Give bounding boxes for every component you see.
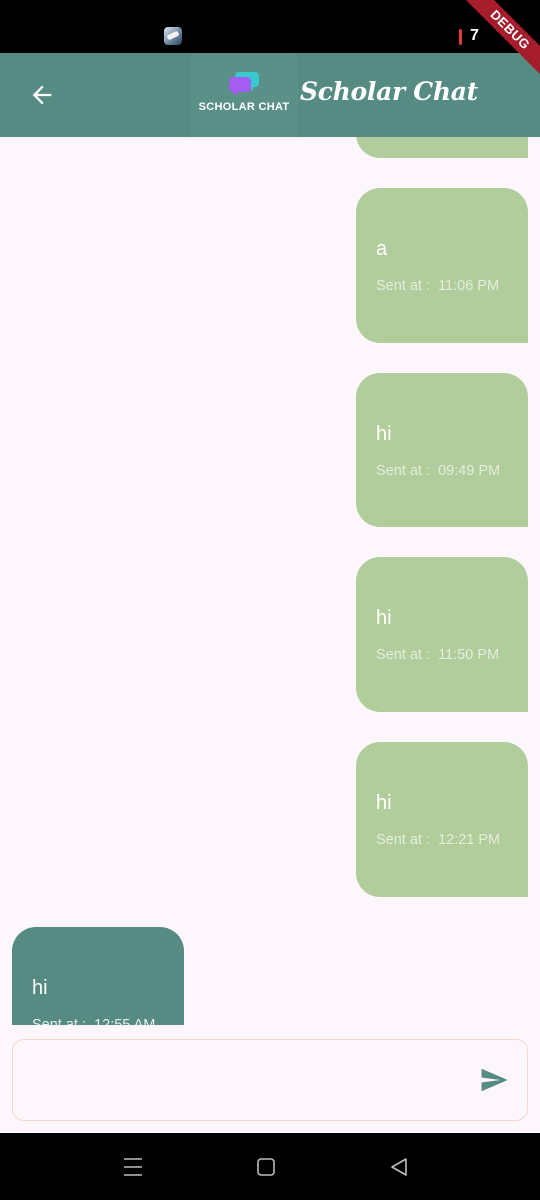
- message-text: hi: [376, 792, 392, 814]
- arrow-left-icon: [32, 85, 52, 105]
- app-logo: SCHOLAR CHAT: [190, 53, 298, 137]
- message-time: Sent at : 11:06 PM: [376, 278, 500, 294]
- back-button[interactable]: [22, 77, 62, 113]
- notification-app-icon: [164, 27, 182, 45]
- message-text: hi: [376, 423, 392, 445]
- app-bar: SCHOLAR CHAT Scholar Chat: [0, 53, 540, 137]
- send-icon: [481, 1068, 508, 1092]
- message-text: hi: [376, 607, 392, 629]
- chat-bubbles-icon: [229, 72, 259, 96]
- app-title: Scholar Chat: [300, 77, 478, 106]
- home-icon[interactable]: [254, 1155, 278, 1179]
- message-time: Sent at : 09:49 PM: [376, 463, 501, 479]
- message-bubble: [356, 137, 528, 158]
- battery-icon: [459, 29, 462, 45]
- message-bubble: hi Sent at : 09:49 PM: [356, 373, 528, 527]
- message-bubble: hi Sent at : 12:55 AM: [12, 927, 184, 1025]
- back-nav-icon[interactable]: [387, 1155, 411, 1179]
- system-nav-bar: [0, 1133, 540, 1200]
- menu-icon[interactable]: [121, 1155, 145, 1179]
- message-text: hi: [32, 977, 48, 999]
- message-bubble: a Sent at : 11:06 PM: [356, 188, 528, 343]
- message-bubble: hi Sent at : 11:50 PM: [356, 557, 528, 712]
- message-text: a: [376, 238, 388, 260]
- message-input[interactable]: [12, 1039, 528, 1121]
- message-time: Sent at : 12:21 PM: [376, 832, 501, 848]
- battery-level: 7: [470, 27, 479, 44]
- logo-text: SCHOLAR CHAT: [198, 101, 290, 113]
- send-button[interactable]: [475, 1064, 513, 1096]
- message-time: Sent at : 11:50 PM: [376, 647, 500, 663]
- message-time: Sent at : 12:55 AM: [32, 1017, 156, 1025]
- status-bar: 7: [0, 0, 540, 53]
- message-list[interactable]: a Sent at : 11:06 PM hi Sent at : 09:49 …: [0, 137, 540, 1025]
- chat-screen: 7 DEBUG SCHOLAR CHAT Scholar Chat a Sent…: [0, 0, 540, 1200]
- message-bubble: hi Sent at : 12:21 PM: [356, 742, 528, 897]
